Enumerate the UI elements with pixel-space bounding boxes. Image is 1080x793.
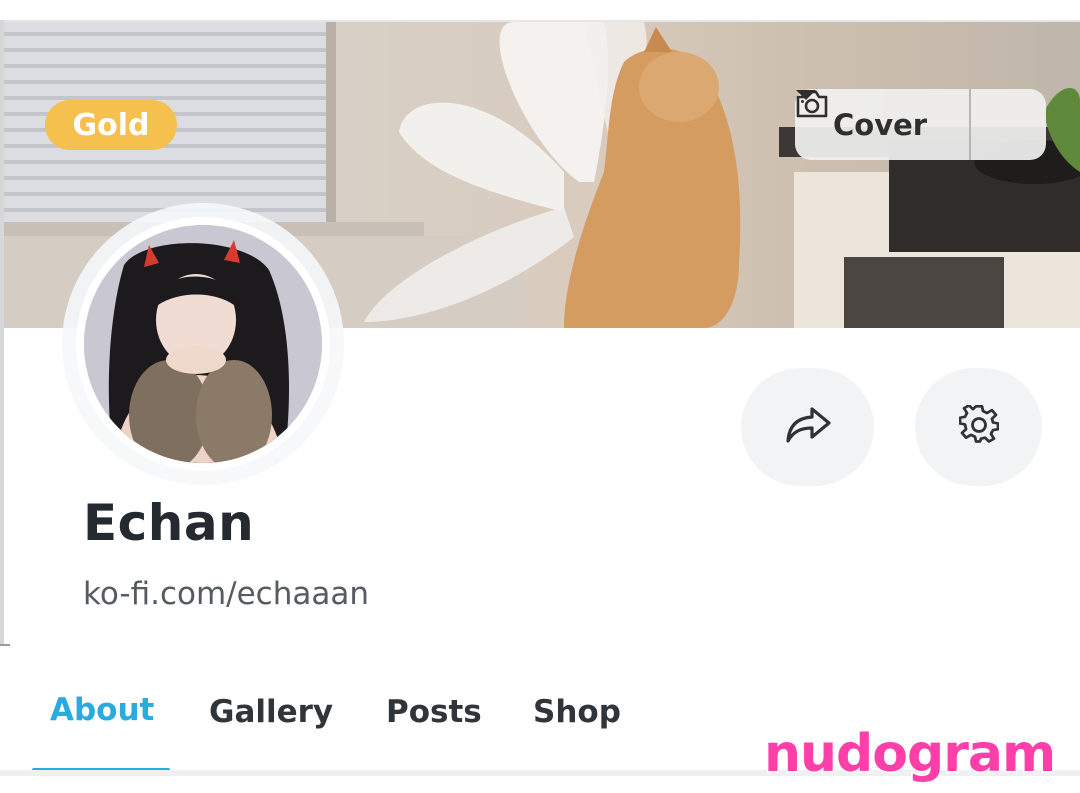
change-cover-button[interactable]: Cover: [795, 89, 971, 160]
gold-badge: Gold: [45, 100, 177, 150]
cover-dropdown-button[interactable]: [796, 89, 1046, 160]
cover-control: Cover: [795, 89, 1046, 160]
gear-icon: [958, 403, 999, 450]
profile-url[interactable]: ko-fi.com/echaaan: [83, 576, 369, 612]
tab-posts[interactable]: Posts: [386, 694, 482, 730]
avatar[interactable]: [76, 217, 330, 471]
share-icon: [784, 405, 832, 450]
tab-about[interactable]: About: [50, 692, 154, 728]
watermark: nudogram: [762, 723, 1057, 786]
settings-button[interactable]: [915, 368, 1042, 486]
cover-label: Cover: [833, 107, 928, 142]
share-button[interactable]: [741, 368, 874, 486]
window-edge-tick: [0, 644, 10, 646]
tab-shop[interactable]: Shop: [533, 694, 621, 730]
top-strip: [0, 0, 1080, 22]
profile-name: Echan: [83, 494, 255, 552]
tab-gallery[interactable]: Gallery: [209, 694, 333, 730]
avatar-photo: [84, 225, 322, 463]
